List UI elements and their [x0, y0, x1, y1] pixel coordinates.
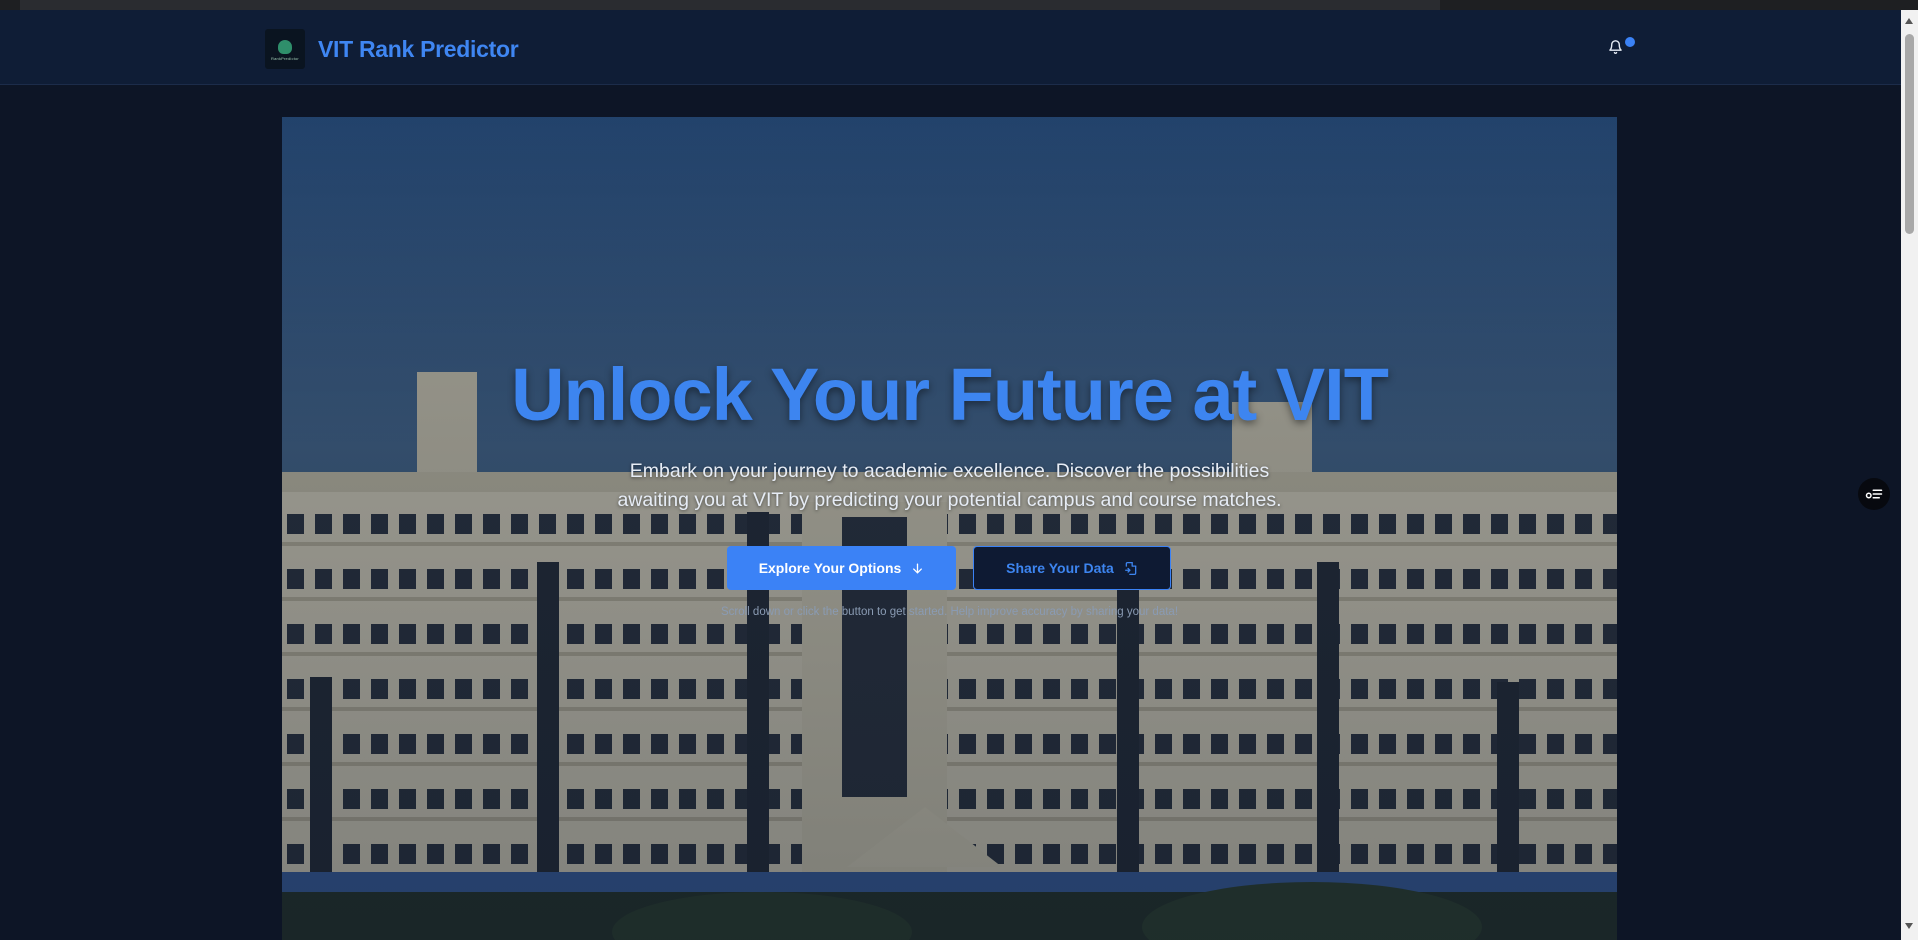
notification-button[interactable]: [1604, 36, 1626, 58]
hero-section: Unlock Your Future at VIT Embark on your…: [282, 117, 1617, 940]
hero-hint-text: Scroll down or click the button to get s…: [720, 606, 1179, 618]
scroll-down-arrow[interactable]: [1905, 923, 1913, 929]
arrow-down-icon: [913, 563, 923, 573]
browser-tab-area: [20, 0, 1440, 10]
share-data-label: Share Your Data: [1006, 560, 1114, 576]
floating-settings-button[interactable]: [1858, 478, 1890, 510]
scroll-up-arrow[interactable]: [1905, 18, 1913, 24]
logo-mark: [278, 39, 292, 54]
scroll-thumb[interactable]: [1905, 34, 1914, 234]
explore-options-button[interactable]: Explore Your Options: [727, 546, 956, 590]
settings-list-icon: [1865, 489, 1883, 499]
hero-overlay: [282, 117, 1617, 940]
logo-text: RankPredictor: [271, 55, 299, 61]
notification-dot: [1625, 37, 1635, 47]
page-scrollbar[interactable]: [1901, 10, 1918, 940]
hero-subtitle-line-1: Embark on your journey to academic excel…: [629, 460, 1270, 482]
share-data-button[interactable]: Share Your Data: [973, 546, 1171, 590]
explore-options-label: Explore Your Options: [758, 560, 902, 576]
hero-subtitle: Embark on your journey to academic excel…: [532, 457, 1367, 515]
browser-top-strip: [0, 0, 1918, 10]
brand-title[interactable]: VIT Rank Predictor: [318, 33, 519, 65]
hero-subtitle-line-2: awaiting you at VIT by predicting your p…: [617, 489, 1282, 511]
tree-logo-icon[interactable]: RankPredictor: [265, 29, 305, 69]
navbar: RankPredictor VIT Rank Predictor: [0, 10, 1901, 85]
file-share-icon: [1124, 561, 1137, 575]
bell-icon: [1608, 40, 1622, 54]
hero-title: Unlock Your Future at VIT: [511, 353, 1389, 436]
